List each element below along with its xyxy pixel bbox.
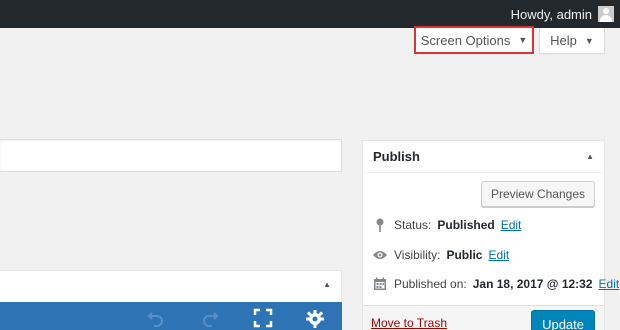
visibility-row: Visibility: Public Edit xyxy=(372,247,509,263)
undo-icon[interactable] xyxy=(146,308,166,328)
redo-icon[interactable] xyxy=(200,308,220,328)
collapse-triangle-icon[interactable]: ▲ xyxy=(323,280,331,289)
publish-header: Publish ▲ xyxy=(363,141,604,173)
settings-gear-icon[interactable] xyxy=(305,308,325,328)
published-on-label: Published on: xyxy=(394,277,467,291)
triangle-down-icon: ▼ xyxy=(584,35,594,46)
admin-bar: Howdy, admin xyxy=(0,0,620,28)
update-button[interactable]: Update xyxy=(531,310,595,330)
visibility-value: Public xyxy=(446,248,483,262)
post-title-input[interactable] xyxy=(0,139,342,172)
editor-box: ▲ xyxy=(0,270,342,330)
pin-icon xyxy=(372,217,388,233)
publish-metabox: Publish ▲ Preview Changes Status: Publis… xyxy=(362,140,619,330)
editor-toolbar xyxy=(0,302,342,330)
greeting-text: Howdy, admin xyxy=(510,6,592,22)
published-on-row: Published on: Jan 18, 2017 @ 12:32 Edit xyxy=(372,276,619,292)
calendar-icon xyxy=(372,276,388,292)
status-label: Status: xyxy=(394,218,432,232)
eye-icon xyxy=(372,247,388,263)
publish-title: Publish xyxy=(373,149,420,164)
collapse-triangle-icon[interactable]: ▲ xyxy=(586,152,594,161)
screen-options-label: Screen Options xyxy=(420,32,511,48)
visibility-label: Visibility: xyxy=(394,248,441,262)
status-row: Status: Published Edit xyxy=(372,217,521,233)
avatar xyxy=(598,6,614,22)
edit-visibility-link[interactable]: Edit xyxy=(488,248,509,262)
status-value: Published xyxy=(437,218,495,232)
help-button[interactable]: Help ▼ xyxy=(539,28,605,54)
edit-status-link[interactable]: Edit xyxy=(501,218,522,232)
triangle-down-icon: ▼ xyxy=(518,35,528,45)
published-on-value: Jan 18, 2017 @ 12:32 xyxy=(472,277,593,291)
publish-actions: Move to Trash Update xyxy=(363,305,604,330)
help-label: Help xyxy=(550,33,577,48)
preview-changes-button[interactable]: Preview Changes xyxy=(480,181,595,207)
move-to-trash-link[interactable]: Move to Trash xyxy=(371,316,447,330)
user-account-menu[interactable]: Howdy, admin xyxy=(511,0,614,28)
screen-options-button[interactable]: Screen Options ▼ xyxy=(414,26,534,54)
fullscreen-icon[interactable] xyxy=(253,308,273,328)
edit-date-link[interactable]: Edit xyxy=(599,277,620,291)
